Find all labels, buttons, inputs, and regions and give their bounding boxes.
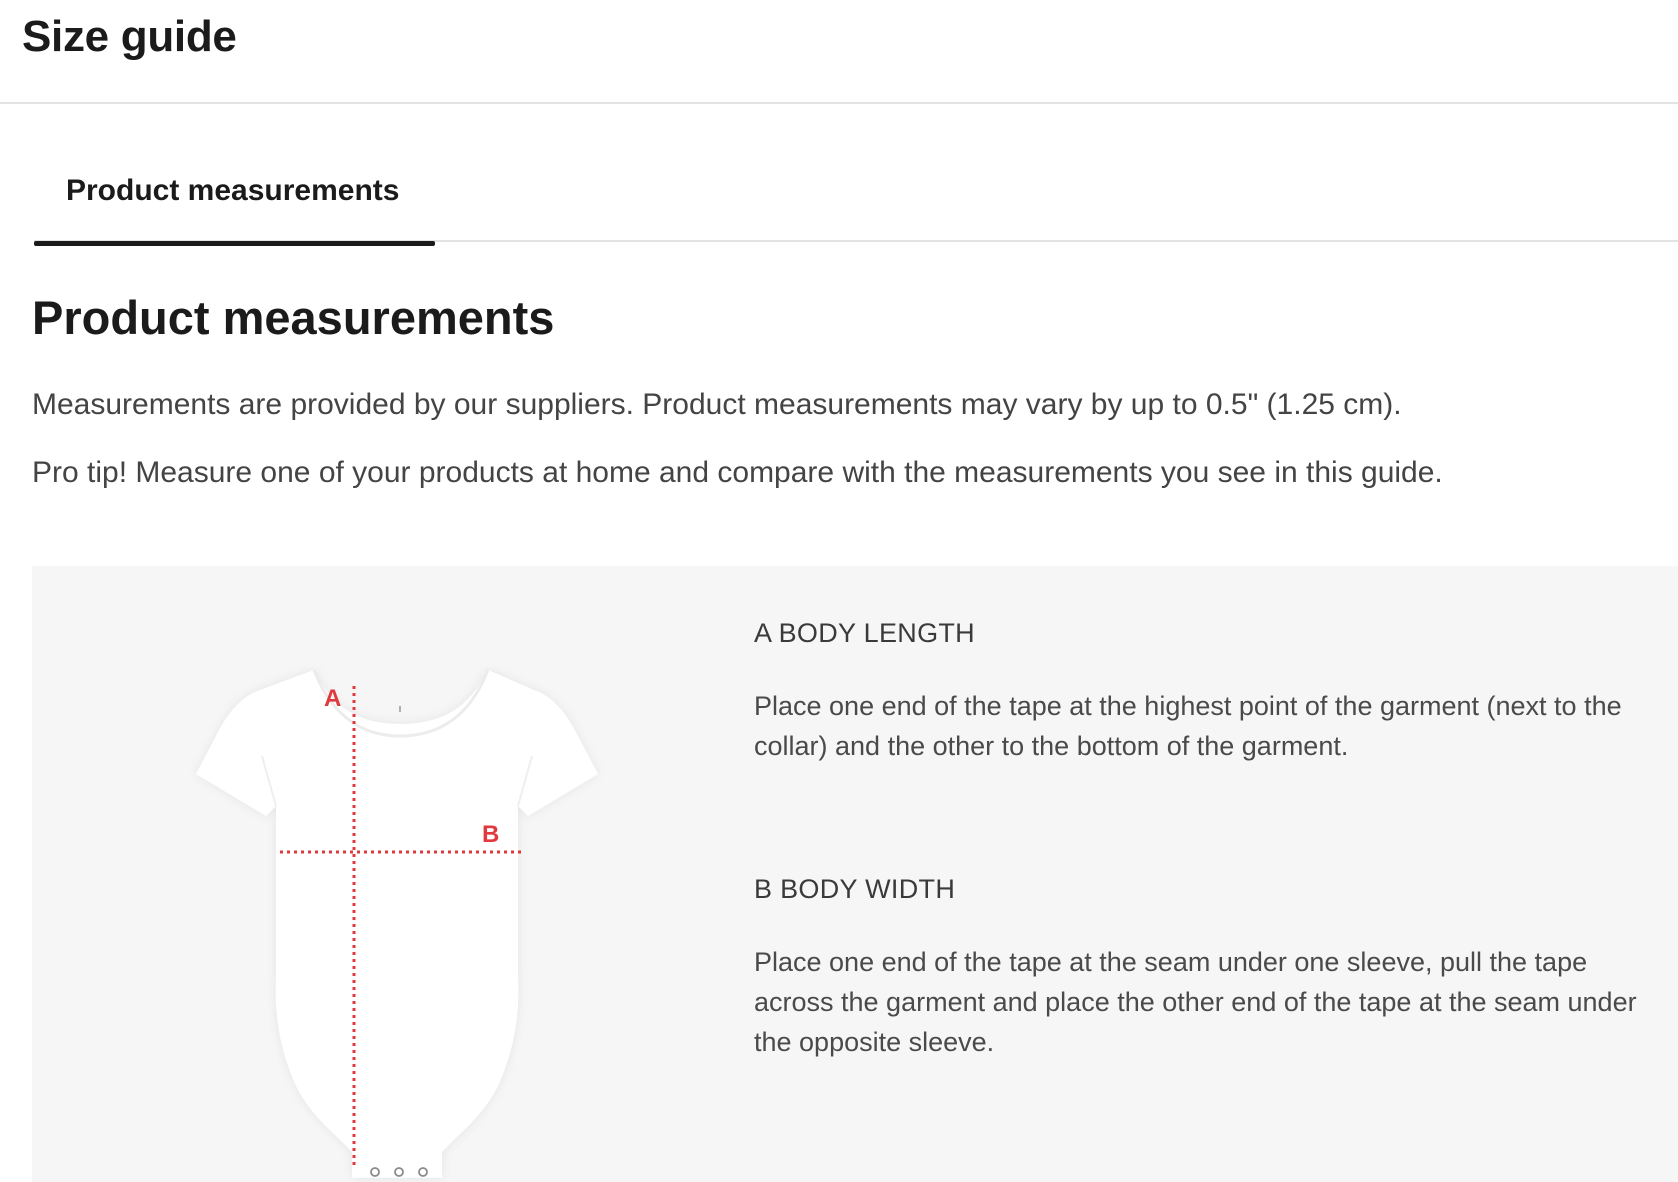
section-title: Product measurements	[32, 291, 555, 344]
bodysuit-shape	[196, 670, 598, 1178]
modal-title: Size guide	[22, 12, 237, 61]
bodysuit-measurement-diagram: A B	[196, 669, 598, 1178]
tab-bar: Product measurements	[0, 104, 1678, 246]
label-b: B	[482, 821, 499, 848]
modal-header: Size guide	[0, 0, 1678, 104]
pro-tip: Pro tip! Measure one of your products at…	[32, 456, 1443, 489]
size-guide-modal: Size guide Product measurements Product …	[0, 0, 1678, 1182]
tab-product-measurements[interactable]: Product measurements	[34, 104, 435, 246]
suppliers-note: Measurements are provided by our supplie…	[32, 388, 1402, 421]
measurement-guide-panel: A B A BODY LENGTH Place one end of the t…	[32, 566, 1678, 1182]
active-tab-indicator	[34, 241, 435, 246]
measurement-a-title: A BODY LENGTH	[754, 618, 975, 648]
measurement-a-description: Place one end of the tape at the highest…	[754, 691, 1622, 761]
tab-label: Product measurements	[66, 174, 400, 207]
measurement-b-title: B BODY WIDTH	[754, 874, 956, 904]
measurement-b-description: Place one end of the tape at the seam un…	[754, 947, 1637, 1057]
label-a: A	[324, 685, 341, 712]
